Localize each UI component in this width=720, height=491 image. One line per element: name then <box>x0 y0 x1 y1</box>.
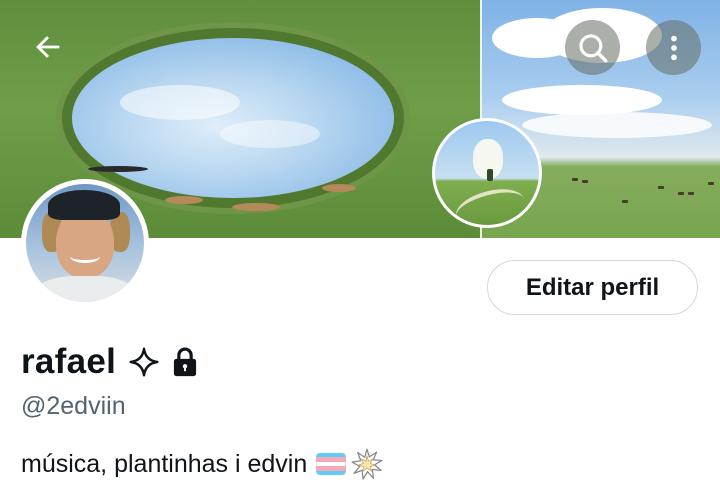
search-icon <box>578 33 607 62</box>
anger-symbol-icon <box>350 447 384 481</box>
search-button[interactable] <box>565 20 620 75</box>
lock-icon <box>170 346 200 378</box>
kangaroo-shape <box>232 203 280 211</box>
inset-photo <box>432 118 542 228</box>
avatar[interactable] <box>21 179 149 307</box>
kangaroo-shape <box>165 196 203 204</box>
display-name: rafael <box>21 342 117 381</box>
more-options-button[interactable] <box>646 20 701 75</box>
edit-profile-button[interactable]: Editar perfil <box>487 260 698 315</box>
avatar-image <box>26 184 144 302</box>
profile-handle: @2edviin <box>21 392 126 420</box>
more-vertical-icon <box>670 35 677 60</box>
profile-bio: música, plantinhas i edvin <box>21 447 384 481</box>
back-button[interactable] <box>28 27 68 67</box>
sparkle-icon <box>128 346 160 378</box>
bio-text: música, plantinhas i edvin <box>21 449 308 478</box>
kangaroo-shape <box>322 184 356 192</box>
profile-name-row: rafael <box>21 340 200 384</box>
jumping-figure <box>88 166 148 172</box>
sky-hole <box>72 38 394 198</box>
transgender-flag-icon <box>316 453 347 475</box>
arrow-left-icon <box>36 36 60 58</box>
